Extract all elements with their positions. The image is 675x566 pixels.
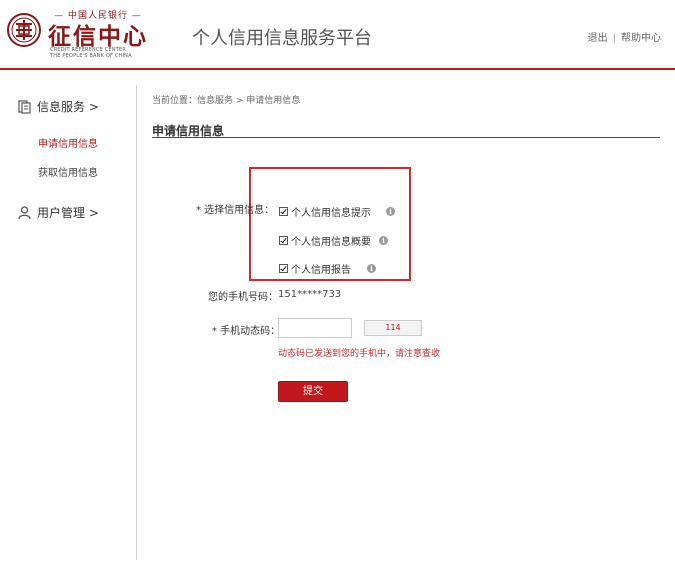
title-divider <box>152 137 660 138</box>
header: — 中国人民银行 — 征信中心 CREDIT REFERENCE CENTER … <box>0 0 675 70</box>
emblem-icon <box>7 13 41 47</box>
option-credit-report[interactable]: 个人信用报告 i <box>279 261 376 276</box>
checkbox-checked[interactable] <box>279 264 288 273</box>
platform-title: 个人信用信息服务平台 <box>192 28 372 49</box>
info-icon[interactable]: i <box>386 207 395 216</box>
option-label: 个人信用信息提示 <box>291 208 371 219</box>
sidebar-divider <box>136 85 137 560</box>
dynamic-code-input[interactable] <box>278 318 352 338</box>
sidebar-item-info-service[interactable]: 信息服务 > <box>18 98 99 115</box>
sidebar-item-label: 用户管理 > <box>37 206 99 220</box>
sidebar-item-label: 信息服务 > <box>37 100 99 114</box>
get-code-button[interactable]: 114 <box>364 320 422 336</box>
option-credit-info-summary[interactable]: 个人信用信息概要 i <box>279 233 388 248</box>
option-credit-info-tips[interactable]: 个人信用信息提示 i <box>279 204 395 219</box>
sidebar-item-get-credit[interactable]: 获取信用信息 <box>38 164 98 179</box>
credit-reference-center-logo[interactable]: — 中国人民银行 — 征信中心 CREDIT REFERENCE CENTER … <box>6 8 156 60</box>
sidebar: 信息服务 > 申请信用信息 获取信用信息 用户管理 > <box>0 70 136 566</box>
user-icon <box>18 205 31 219</box>
logo-english-line2: THE PEOPLE'S BANK OF CHINA <box>50 53 132 59</box>
submit-button[interactable]: 提交 <box>278 381 348 402</box>
phone-label: 您的手机号码： <box>208 292 278 303</box>
checkbox-checked[interactable] <box>279 236 288 245</box>
breadcrumb: 当前位置：信息服务 > 申请信用信息 <box>152 96 301 106</box>
option-label: 个人信用报告 <box>291 265 351 276</box>
help-center-link[interactable]: 帮助中心 <box>621 33 661 44</box>
sidebar-item-apply-credit[interactable]: 申请信用信息 <box>38 135 98 150</box>
checkbox-checked[interactable] <box>279 207 288 216</box>
sidebar-item-user-manage[interactable]: 用户管理 > <box>18 204 99 221</box>
info-icon[interactable]: i <box>367 264 376 273</box>
link-separator: | <box>612 33 616 44</box>
info-icon[interactable]: i <box>379 236 388 245</box>
select-credit-label: * 选择信用信息： <box>196 205 275 216</box>
document-icon <box>18 99 31 114</box>
phone-value: 151*****733 <box>278 289 342 300</box>
option-label: 个人信用信息概要 <box>291 237 371 248</box>
top-links: 退出 | 帮助中心 <box>588 29 661 44</box>
dynamic-code-label: * 手机动态码： <box>212 326 281 337</box>
logo-main-text: 征信中心 <box>48 23 148 50</box>
logout-link[interactable]: 退出 <box>588 33 608 44</box>
code-sent-message: 动态码已发送到您的手机中，请注意查收 <box>278 349 441 359</box>
